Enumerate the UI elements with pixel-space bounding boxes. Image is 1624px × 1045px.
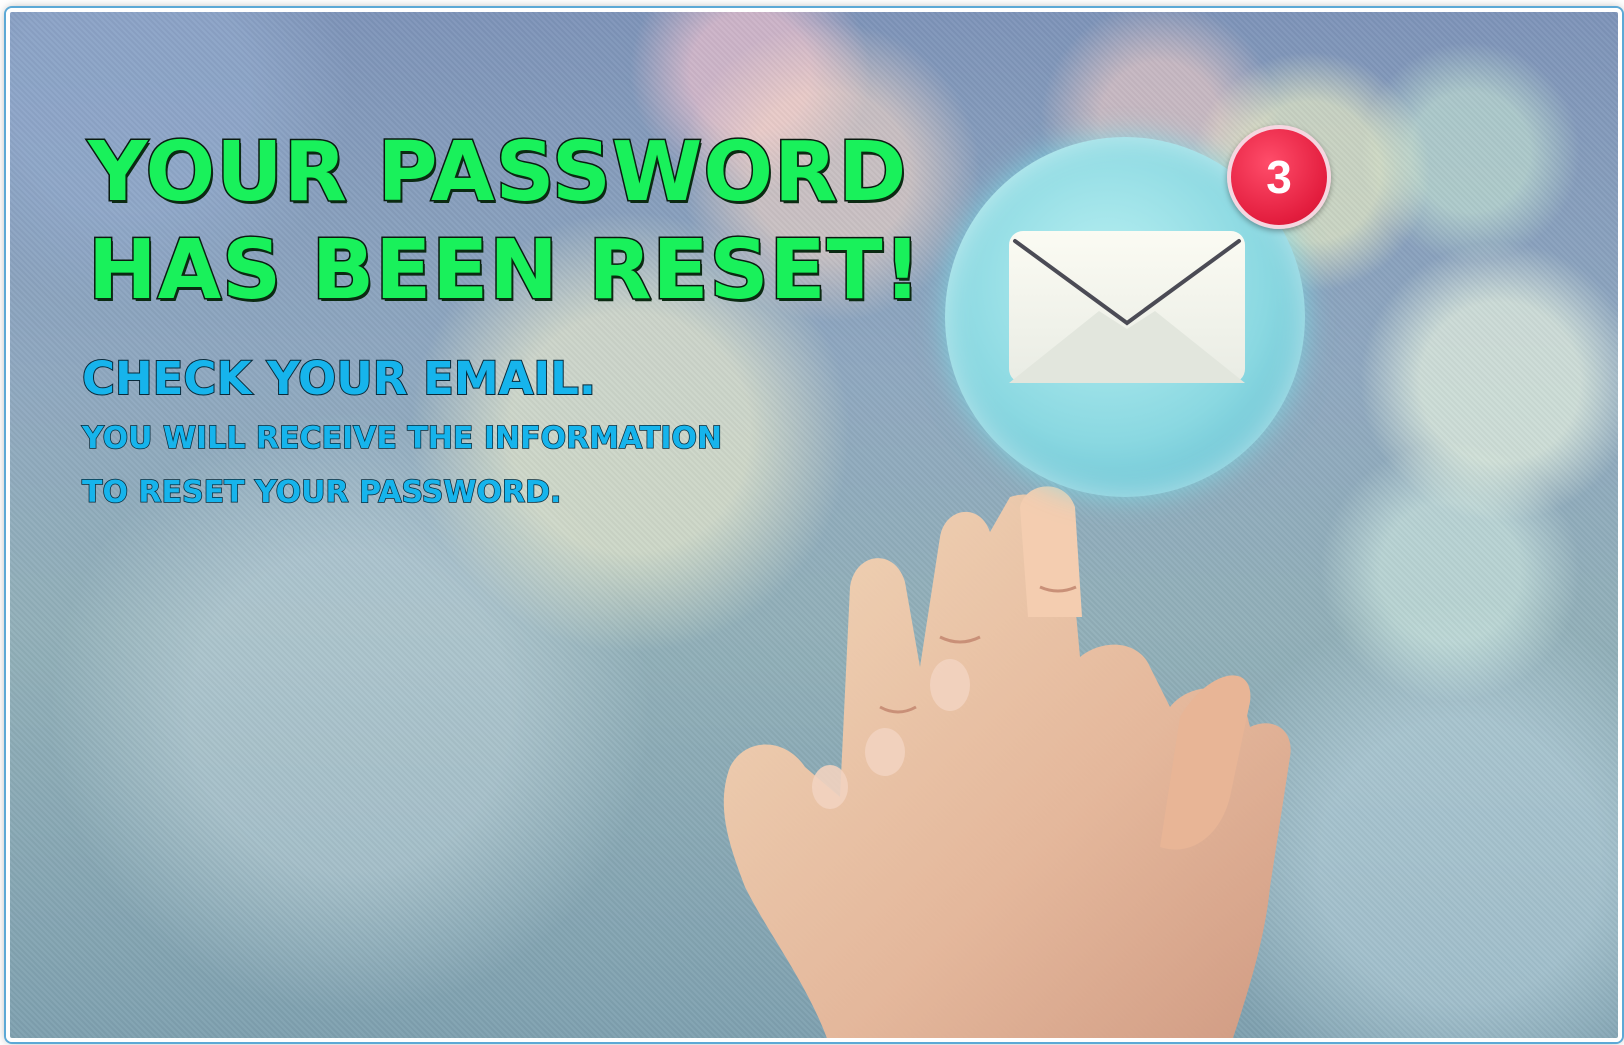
- info-line-2: TO RESET YOUR PASSWORD.: [81, 474, 562, 511]
- banner-frame: YOUR PASSWORD HAS BEEN RESET! CHECK YOUR…: [6, 8, 1622, 1042]
- headline-line-1: YOUR PASSWORD: [87, 124, 908, 222]
- headline: YOUR PASSWORD HAS BEEN RESET!: [87, 124, 923, 320]
- envelope-icon: [1009, 231, 1245, 383]
- check-email-heading: CHECK YOUR EMAIL.: [81, 351, 597, 406]
- pointing-hand-image: [723, 486, 1291, 1038]
- info-line-1: YOU WILL RECEIVE THE INFORMATION: [81, 420, 723, 457]
- notification-count-badge[interactable]: 3: [1227, 125, 1331, 229]
- info-text: YOU WILL RECEIVE THE INFORMATION TO RESE…: [81, 412, 723, 520]
- headline-line-2: HAS BEEN RESET!: [87, 222, 923, 320]
